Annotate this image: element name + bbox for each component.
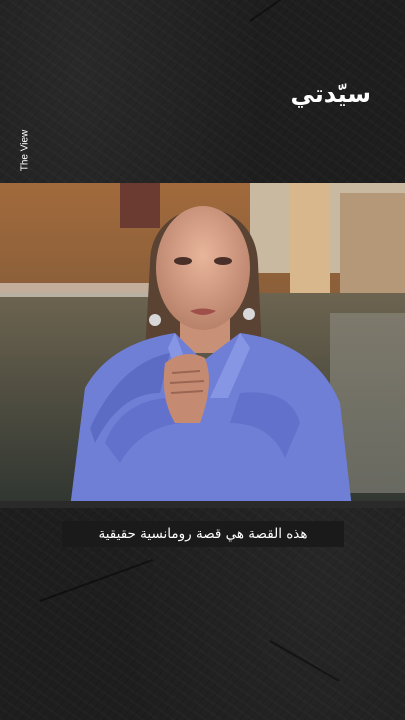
video-still bbox=[0, 183, 405, 508]
source-credit: The View bbox=[12, 120, 38, 180]
video-frame[interactable] bbox=[0, 183, 405, 508]
brand-logo: سيّدتي bbox=[290, 80, 371, 108]
source-credit-text: The View bbox=[19, 129, 31, 171]
video-caption: هذه القصة هي قصة رومانسية حقيقية bbox=[62, 521, 344, 547]
